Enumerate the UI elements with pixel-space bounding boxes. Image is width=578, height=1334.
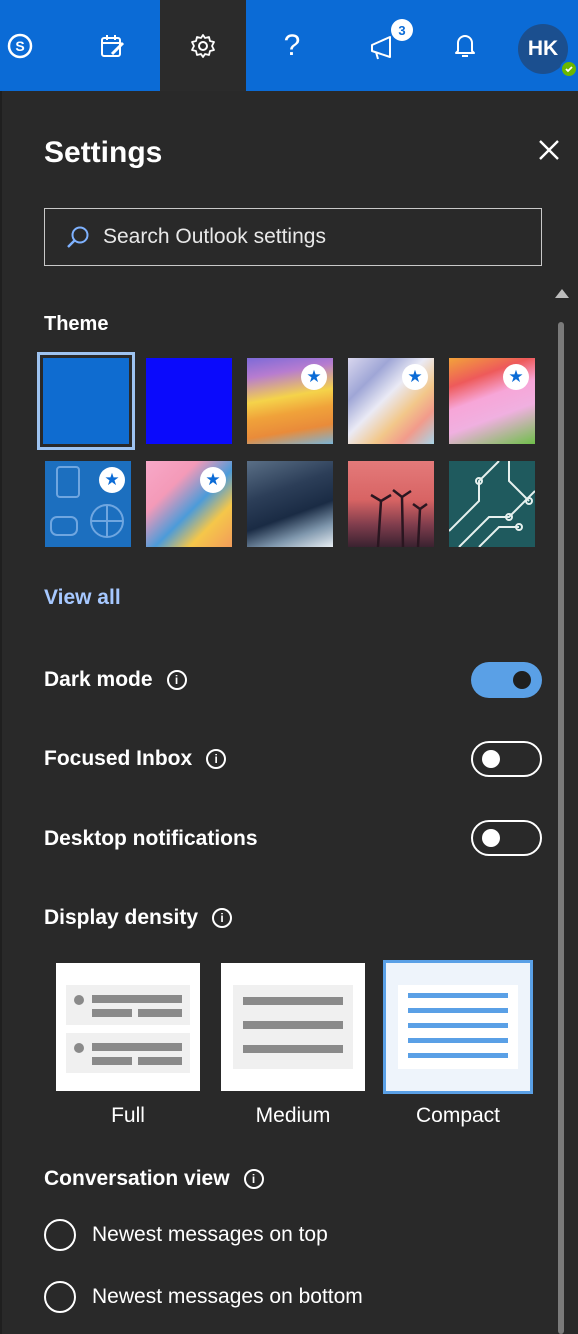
scrollbar[interactable] [556, 320, 566, 1334]
my-day-button[interactable] [82, 0, 142, 91]
palm-trees-art [370, 489, 428, 547]
top-app-bar: S ? 3 HK [0, 0, 578, 91]
density-option-compact[interactable] [383, 960, 533, 1094]
scroll-thumb[interactable] [558, 322, 564, 1334]
premium-star-icon: ★ [402, 364, 428, 390]
dark-mode-label: Dark mode i [44, 668, 187, 692]
info-icon[interactable]: i [166, 670, 187, 690]
info-icon[interactable]: i [243, 1169, 264, 1189]
density-label-full: Full [111, 1104, 145, 1127]
dark-mode-text: Dark mode [44, 668, 153, 691]
help-button[interactable]: ? [262, 0, 322, 91]
help-icon: ? [283, 28, 301, 62]
conversation-view-heading: Conversation view i [44, 1167, 264, 1191]
radio-label: Newest messages on bottom [92, 1285, 363, 1308]
radio-newest-on-bottom[interactable]: Newest messages on bottom [44, 1281, 363, 1313]
presence-available-icon [560, 60, 578, 78]
theme-heading: Theme [44, 313, 109, 335]
toggle-knob [513, 671, 531, 689]
desktop-notifications-text: Desktop notifications [44, 827, 258, 850]
close-button[interactable] [535, 136, 563, 164]
theme-swatch-board-game[interactable]: ★ [146, 461, 232, 547]
search-box[interactable] [44, 208, 542, 266]
display-density-text: Display density [44, 906, 199, 929]
desktop-notifications-label: Desktop notifications [44, 827, 258, 851]
skype-button[interactable]: S [0, 0, 40, 91]
theme-swatch-circuit-board[interactable] [449, 461, 535, 547]
whats-new-badge: 3 [391, 19, 413, 41]
focused-inbox-text: Focused Inbox [44, 747, 193, 770]
page-title: Settings [44, 136, 163, 169]
toggle-knob [482, 750, 500, 768]
theme-swatch-royal-blue[interactable] [146, 358, 232, 444]
notifications-bell-icon [455, 34, 475, 57]
close-icon [539, 140, 559, 160]
svg-text:S: S [15, 38, 24, 54]
scroll-up-arrow-icon[interactable] [555, 289, 569, 298]
radio-newest-on-top[interactable]: Newest messages on top [44, 1219, 328, 1251]
density-option-medium[interactable] [221, 963, 365, 1091]
settings-gear-icon [191, 33, 215, 58]
desktop-notifications-toggle[interactable] [471, 820, 542, 856]
my-day-icon [101, 34, 125, 57]
theme-swatch-blue[interactable] [37, 352, 135, 450]
focused-inbox-label: Focused Inbox i [44, 747, 227, 771]
dark-mode-toggle[interactable] [471, 662, 542, 698]
radio-button[interactable] [44, 1281, 76, 1313]
theme-swatch-yellow-waves[interactable]: ★ [247, 358, 333, 444]
conversation-view-text: Conversation view [44, 1167, 230, 1190]
focused-inbox-toggle[interactable] [471, 741, 542, 777]
toggle-knob [482, 829, 500, 847]
theme-swatch-school-supplies[interactable]: ★ [45, 461, 131, 547]
settings-panel [0, 91, 578, 1334]
info-icon[interactable]: i [212, 908, 233, 928]
search-icon [67, 226, 89, 248]
circuit-art [449, 461, 535, 547]
search-input[interactable] [103, 225, 523, 249]
premium-star-icon: ★ [200, 467, 226, 493]
radio-button[interactable] [44, 1219, 76, 1251]
density-option-full[interactable] [56, 963, 200, 1091]
display-density-heading: Display density i [44, 906, 233, 930]
notifications-button[interactable] [440, 0, 490, 91]
density-label-compact: Compact [415, 1104, 501, 1127]
theme-swatch-silk-ribbons[interactable]: ★ [348, 358, 434, 444]
view-all-link[interactable]: View all [44, 586, 121, 610]
settings-button[interactable] [160, 0, 246, 91]
skype-icon: S [7, 33, 33, 58]
info-icon[interactable]: i [206, 749, 227, 769]
premium-star-icon: ★ [301, 364, 327, 390]
premium-star-icon: ★ [503, 364, 529, 390]
premium-star-icon: ★ [99, 467, 125, 493]
radio-label: Newest messages on top [92, 1223, 328, 1246]
theme-swatch-ocean-wave[interactable] [247, 461, 333, 547]
density-label-medium: Medium [255, 1104, 331, 1127]
theme-swatch-fiery-creature[interactable]: ★ [449, 358, 535, 444]
theme-swatch-palm-sunset[interactable] [348, 461, 434, 547]
whats-new-button[interactable]: 3 [350, 0, 420, 91]
